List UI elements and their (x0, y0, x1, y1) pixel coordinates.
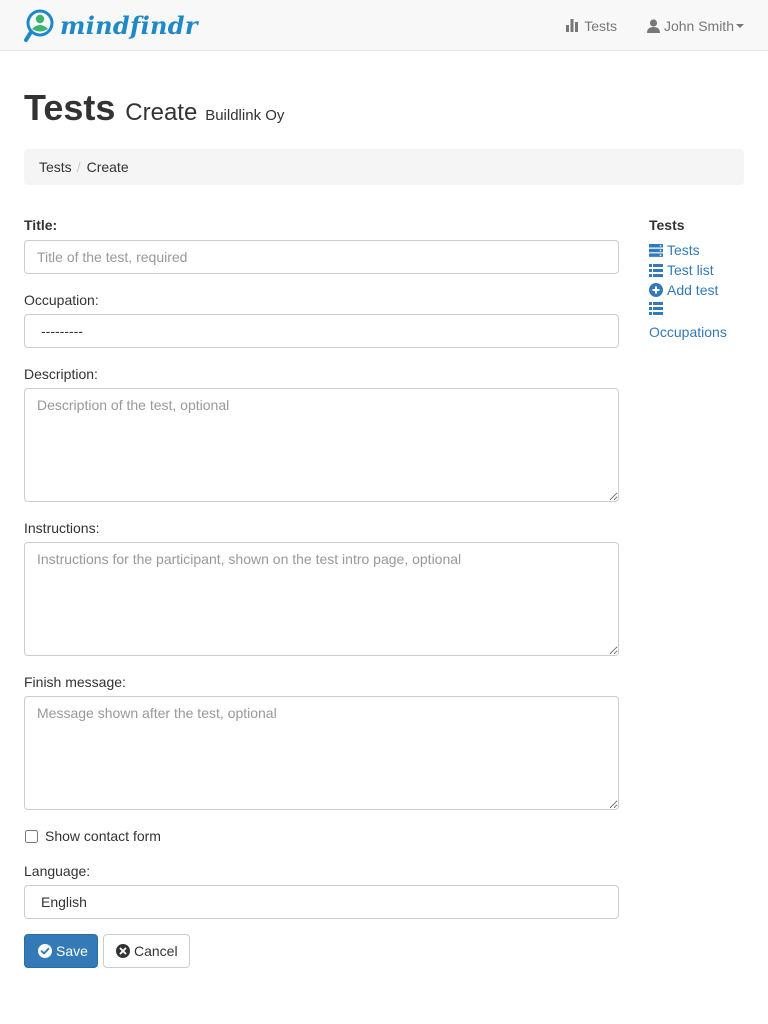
instructions-textarea[interactable] (24, 542, 619, 656)
list-icon (649, 263, 663, 277)
nav-tests-link[interactable]: Tests (566, 18, 617, 34)
breadcrumb: Tests / Create (24, 149, 744, 185)
save-button[interactable]: Save (24, 934, 98, 968)
sidebar-title: Tests (649, 217, 685, 233)
language-select[interactable]: English (24, 885, 619, 919)
breadcrumb-separator: / (76, 159, 81, 175)
brand-logo[interactable]: mindfindr (24, 8, 198, 44)
breadcrumb-item-tests[interactable]: Tests (39, 159, 72, 175)
sidebar-item-tests-label: Tests (667, 242, 700, 258)
title-input[interactable] (24, 240, 619, 274)
language-selected-value: English (41, 894, 87, 910)
show-contact-form-checkbox[interactable] (25, 829, 38, 843)
cancel-button-label: Cancel (134, 943, 178, 959)
page-title-context: Buildlink Oy (205, 107, 285, 124)
sidebar-item-occupations-label: Occupations (649, 324, 727, 340)
chevron-down-icon (736, 23, 744, 28)
user-name: John Smith (663, 17, 734, 34)
sidebar-item-add-test[interactable]: Add test (649, 282, 718, 298)
instructions-label: Instructions: (24, 520, 100, 536)
sidebar-item-test-list-label: Test list (667, 262, 714, 278)
sidebar-item-test-list[interactable]: Test list (649, 262, 714, 278)
cancel-button[interactable]: Cancel (103, 934, 190, 968)
language-label: Language: (24, 863, 91, 879)
finish-message-label: Finish message: (24, 674, 126, 690)
sidebar-item-tests[interactable]: Tests (649, 242, 700, 258)
occupation-selected-value: --------- (41, 323, 83, 339)
list-icon (649, 302, 663, 315)
navbar: mindfindr Tests John Smith (0, 0, 768, 51)
nav-tests-label: Tests (584, 17, 617, 34)
page-title-main: Tests (24, 87, 116, 128)
description-label: Description: (24, 366, 98, 382)
brand-name: mindfindr (60, 11, 198, 40)
occupation-label: Occupation: (24, 292, 99, 308)
close-circle-icon (116, 944, 130, 958)
user-icon (646, 18, 660, 33)
check-circle-icon (38, 944, 52, 958)
bar-chart-icon (566, 19, 579, 32)
page-title: Tests Create Buildlink Oy (24, 90, 284, 126)
show-contact-form-label: Show contact form (45, 828, 161, 844)
person-search-icon (24, 9, 54, 42)
page-title-subtitle: Create (125, 99, 198, 126)
sidebar-item-add-test-label: Add test (667, 282, 719, 298)
occupation-select[interactable]: --------- (24, 314, 619, 348)
server-stack-icon (649, 243, 663, 257)
user-menu-dropdown[interactable]: John Smith (646, 17, 744, 34)
finish-message-textarea[interactable] (24, 696, 619, 810)
description-textarea[interactable] (24, 388, 619, 502)
show-contact-form-row: Show contact form (24, 827, 161, 845)
breadcrumb-item-create: Create (86, 159, 129, 175)
sidebar-item-occupations[interactable]: Occupations (649, 302, 727, 342)
title-label: Title: (24, 217, 58, 233)
save-button-label: Save (56, 943, 88, 959)
plus-circle-icon (649, 283, 663, 297)
